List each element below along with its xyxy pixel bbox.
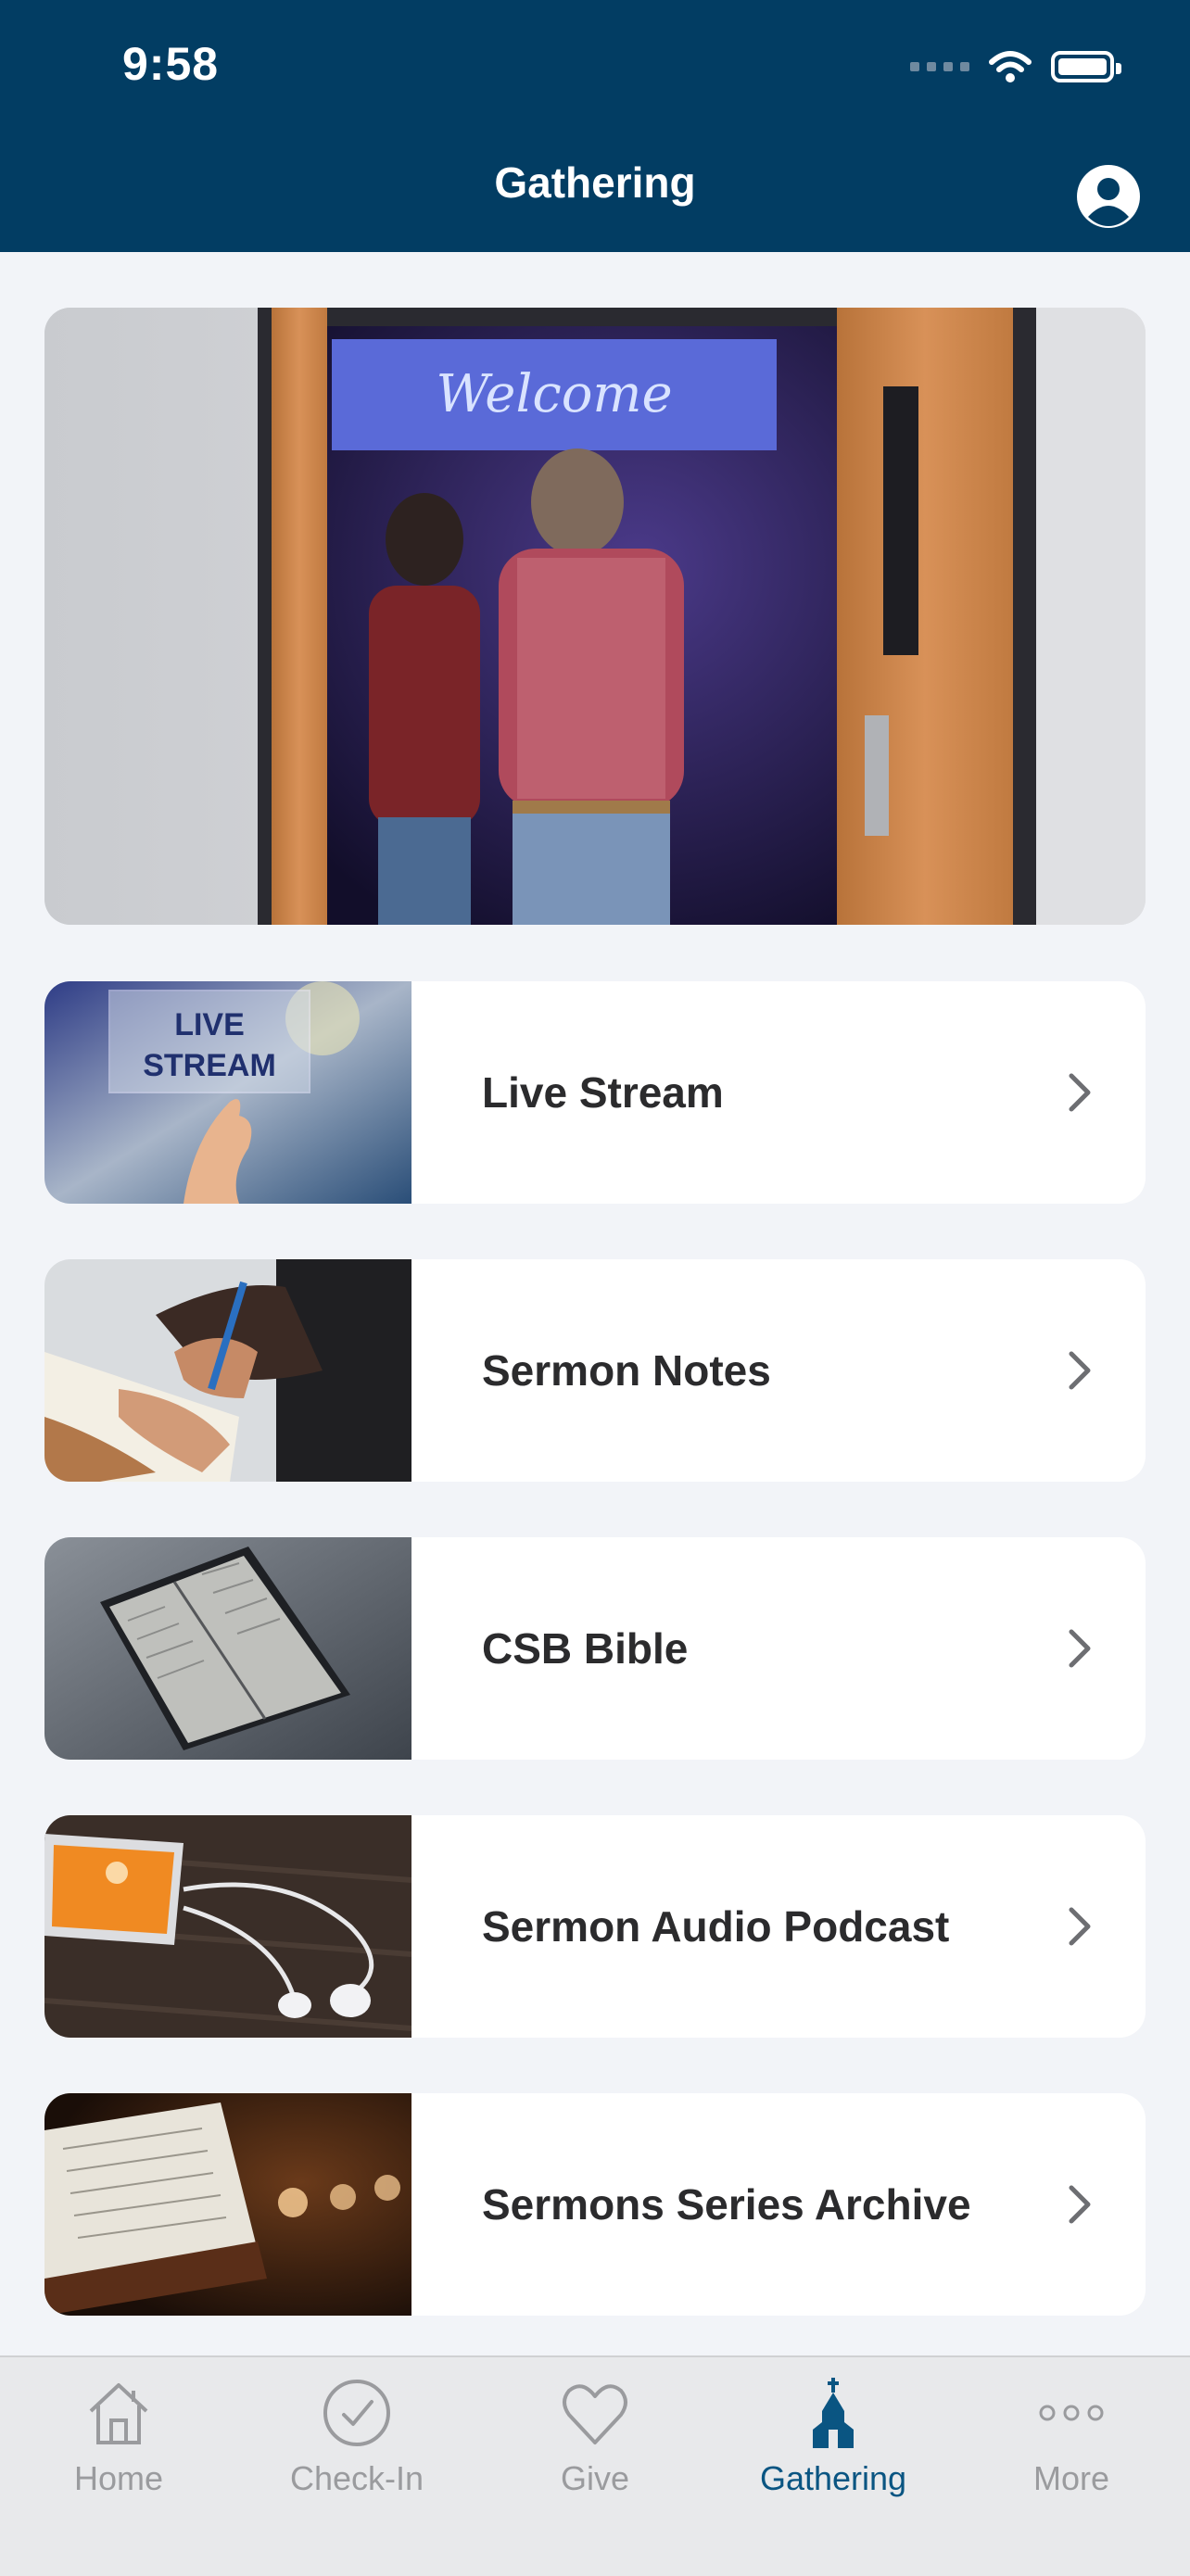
tab-check-in[interactable]: Check-In bbox=[238, 2357, 475, 2497]
chevron-right-icon bbox=[1069, 1629, 1091, 1668]
csb-bible-thumbnail bbox=[44, 1537, 411, 1760]
sermons-series-archive-thumbnail bbox=[44, 2093, 411, 2316]
profile-icon[interactable] bbox=[1075, 163, 1142, 230]
list-item-live-stream[interactable]: LIVE STREAM Live Stream bbox=[44, 981, 1146, 1204]
sermon-audio-podcast-thumbnail bbox=[44, 1815, 411, 2038]
welcome-banner-text: Welcome bbox=[436, 364, 672, 424]
list-item-sermon-notes[interactable]: Sermon Notes bbox=[44, 1259, 1146, 1482]
sermon-notes-thumbnail bbox=[44, 1259, 411, 1482]
tab-home[interactable]: Home bbox=[0, 2357, 237, 2497]
tab-label: Home bbox=[73, 2459, 164, 2497]
tab-gathering[interactable]: Gathering bbox=[715, 2357, 952, 2497]
tab-label: Give bbox=[560, 2459, 630, 2497]
live-stream-thumb-line1: LIVE bbox=[174, 1007, 245, 1042]
tab-bar: Home Check-In Give Gathering More bbox=[0, 2355, 1190, 2576]
status-time: 9:58 bbox=[122, 38, 220, 90]
tab-more[interactable]: More bbox=[953, 2357, 1190, 2497]
chevron-right-icon bbox=[1069, 1073, 1091, 1112]
battery-icon bbox=[1051, 51, 1121, 82]
live-stream-thumb-line2: STREAM bbox=[143, 1048, 276, 1083]
chevron-right-icon bbox=[1069, 1351, 1091, 1390]
tab-label: More bbox=[1032, 2459, 1110, 2497]
heart-icon bbox=[563, 2384, 627, 2444]
church-icon bbox=[813, 2378, 854, 2448]
chevron-right-icon bbox=[1069, 2185, 1091, 2224]
list-item-label: Live Stream bbox=[482, 1068, 724, 1117]
tab-label: Check-In bbox=[289, 2459, 424, 2497]
status-icons bbox=[910, 46, 1121, 87]
home-icon bbox=[89, 2383, 148, 2444]
tab-give[interactable]: Give bbox=[476, 2357, 714, 2497]
page-title: Gathering bbox=[494, 158, 696, 207]
more-dots-icon bbox=[1039, 2405, 1104, 2421]
hero-image[interactable]: Welcome bbox=[44, 308, 1146, 925]
list-item-csb-bible[interactable]: CSB Bible bbox=[44, 1537, 1146, 1760]
top-nav-bar: 9:58 Gathering bbox=[0, 0, 1190, 252]
list-item-label: Sermons Series Archive bbox=[482, 2180, 971, 2229]
check-circle-icon bbox=[323, 2380, 390, 2446]
list-item-sermons-series-archive[interactable]: Sermons Series Archive bbox=[44, 2093, 1146, 2316]
signal-icon bbox=[910, 62, 969, 71]
list-item-label: Sermon Notes bbox=[482, 1346, 771, 1395]
church-doors-photo: Welcome bbox=[44, 308, 1146, 925]
list-item-label: CSB Bible bbox=[482, 1624, 689, 1673]
tab-label: Gathering bbox=[759, 2459, 907, 2497]
live-stream-thumbnail: LIVE STREAM bbox=[44, 981, 411, 1204]
list-item-label: Sermon Audio Podcast bbox=[482, 1902, 950, 1951]
wifi-icon bbox=[989, 51, 1032, 82]
chevron-right-icon bbox=[1069, 1907, 1091, 1946]
list-item-sermon-audio-podcast[interactable]: Sermon Audio Podcast bbox=[44, 1815, 1146, 2038]
